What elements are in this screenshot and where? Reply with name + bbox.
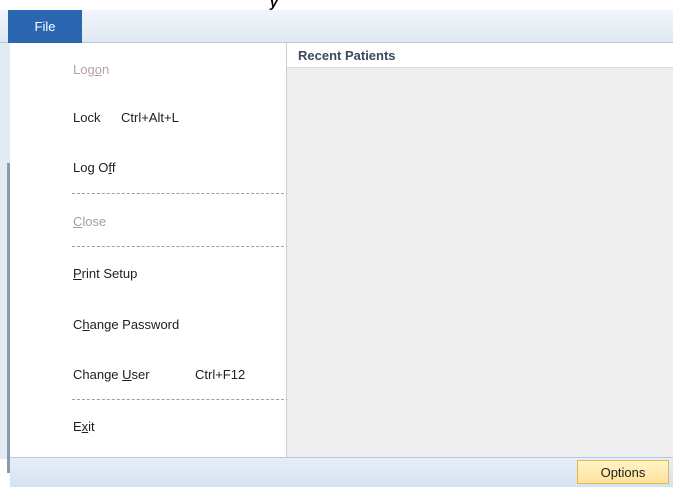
menu-item-close: Close bbox=[73, 214, 106, 229]
file-menu-panel: Logon Lock Ctrl+Alt+L Log Off Close Prin… bbox=[10, 43, 294, 457]
cropped-title-glyph: y bbox=[270, 0, 278, 10]
menu-item-label: ange Password bbox=[89, 317, 180, 332]
menu-item-label: f bbox=[111, 160, 116, 175]
menu-item-label: n bbox=[101, 62, 110, 77]
menu-item-change-user[interactable]: Change User bbox=[73, 367, 150, 382]
mnemonic-letter: U bbox=[122, 367, 132, 382]
menu-item-label: rint Setup bbox=[81, 266, 138, 281]
menu-item-label: Log O bbox=[73, 160, 109, 175]
menu-item-label: ser bbox=[131, 367, 150, 382]
menu-item-label: it bbox=[88, 419, 95, 434]
recent-patients-header: Recent Patients bbox=[287, 43, 673, 68]
menu-item-change-password[interactable]: Change Password bbox=[73, 317, 179, 332]
menu-separator bbox=[72, 193, 294, 194]
menu-item-label: E bbox=[73, 419, 82, 434]
ribbon-bar bbox=[0, 10, 673, 43]
change-user-shortcut: Ctrl+F12 bbox=[195, 367, 246, 382]
menu-separator bbox=[72, 246, 294, 247]
menu-item-lock[interactable]: Lock bbox=[73, 110, 100, 125]
lock-shortcut: Ctrl+Alt+L bbox=[121, 110, 179, 125]
menu-item-label: Lock bbox=[73, 110, 101, 125]
menu-item-logoff[interactable]: Log Off bbox=[73, 160, 115, 175]
menu-item-logon: Logon bbox=[73, 62, 109, 77]
mnemonic-letter: o bbox=[94, 62, 102, 77]
menu-item-print-setup[interactable]: Print Setup bbox=[73, 266, 137, 281]
recent-patients-panel: Recent Patients bbox=[287, 43, 673, 457]
mnemonic-letter: P bbox=[73, 266, 82, 281]
options-button[interactable]: Options bbox=[577, 460, 669, 484]
menu-item-label: lose bbox=[82, 214, 107, 229]
mnemonic-letter: C bbox=[73, 214, 83, 229]
bottom-bar: Options bbox=[10, 457, 673, 487]
menu-separator bbox=[72, 399, 294, 400]
left-edge bbox=[0, 43, 10, 473]
menu-item-label: C bbox=[73, 317, 83, 332]
top-strip: y bbox=[0, 0, 673, 10]
file-tab[interactable]: File bbox=[8, 10, 82, 43]
mnemonic-letter: h bbox=[82, 317, 90, 332]
menu-item-label: Change bbox=[73, 367, 123, 382]
menu-item-exit[interactable]: Exit bbox=[73, 419, 95, 434]
recent-patients-title: Recent Patients bbox=[298, 48, 396, 63]
menu-item-label: Log bbox=[73, 62, 95, 77]
